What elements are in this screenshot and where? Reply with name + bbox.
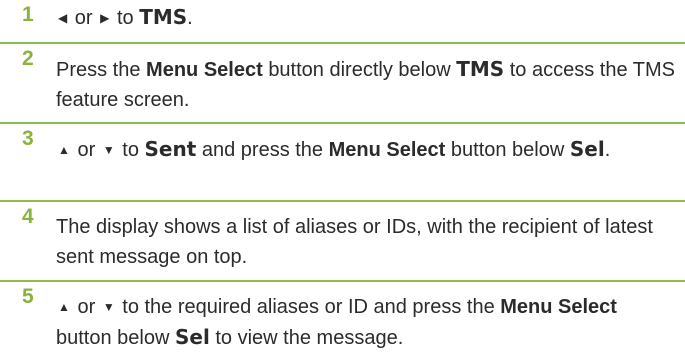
step-1: 1 ◀ or ▶ to TMS. [0, 0, 685, 44]
step-text: to [122, 139, 139, 161]
step-2: 2 Press the Menu Select button directly … [0, 44, 685, 124]
button-name-menu-select: Menu Select [500, 296, 617, 318]
step-text: button directly below [268, 59, 451, 81]
down-arrow-icon: ▼ [102, 300, 115, 314]
step-5: 5 ▲ or ▼ to the required aliases or ID a… [0, 282, 685, 362]
up-arrow-icon: ▲ [58, 143, 70, 157]
step-text: or [74, 7, 93, 29]
step-text: or [77, 139, 96, 161]
step-text: . [187, 7, 193, 29]
step-text: and press the [201, 139, 324, 161]
step-text: or [77, 296, 96, 318]
down-arrow-icon: ▼ [102, 143, 115, 157]
procedure-steps: 1 ◀ or ▶ to TMS. 2 Press the Menu Select… [0, 0, 685, 362]
step-text: . [604, 139, 611, 161]
step-text: to [116, 7, 134, 29]
step-text: button below [450, 139, 565, 161]
step-number: 5 [22, 285, 34, 308]
step-3: 3 ▲ or ▼ to Sent and press the Menu Sele… [0, 124, 685, 202]
display-label-sel: Sel [569, 137, 605, 161]
step-number: 2 [22, 47, 34, 70]
display-label-tms: TMS [139, 5, 188, 29]
button-name-menu-select: Menu Select [146, 59, 263, 81]
step-text: to the required aliases or ID and press … [122, 296, 495, 318]
step-number: 3 [22, 127, 34, 150]
step-text: Press the [56, 59, 141, 81]
button-name-menu-select: Menu Select [328, 139, 446, 161]
step-number: 4 [22, 205, 34, 228]
display-label-sent: Sent [144, 137, 197, 161]
display-label-tms: TMS [456, 57, 505, 81]
display-label-sel: Sel [174, 325, 210, 349]
left-arrow-icon: ◀ [58, 11, 68, 25]
step-text: The display shows a list of aliases or I… [56, 216, 653, 268]
up-arrow-icon: ▲ [58, 300, 70, 314]
right-arrow-icon: ▶ [100, 11, 110, 25]
step-number: 1 [22, 3, 34, 26]
step-4: 4 The display shows a list of aliases or… [0, 202, 685, 282]
